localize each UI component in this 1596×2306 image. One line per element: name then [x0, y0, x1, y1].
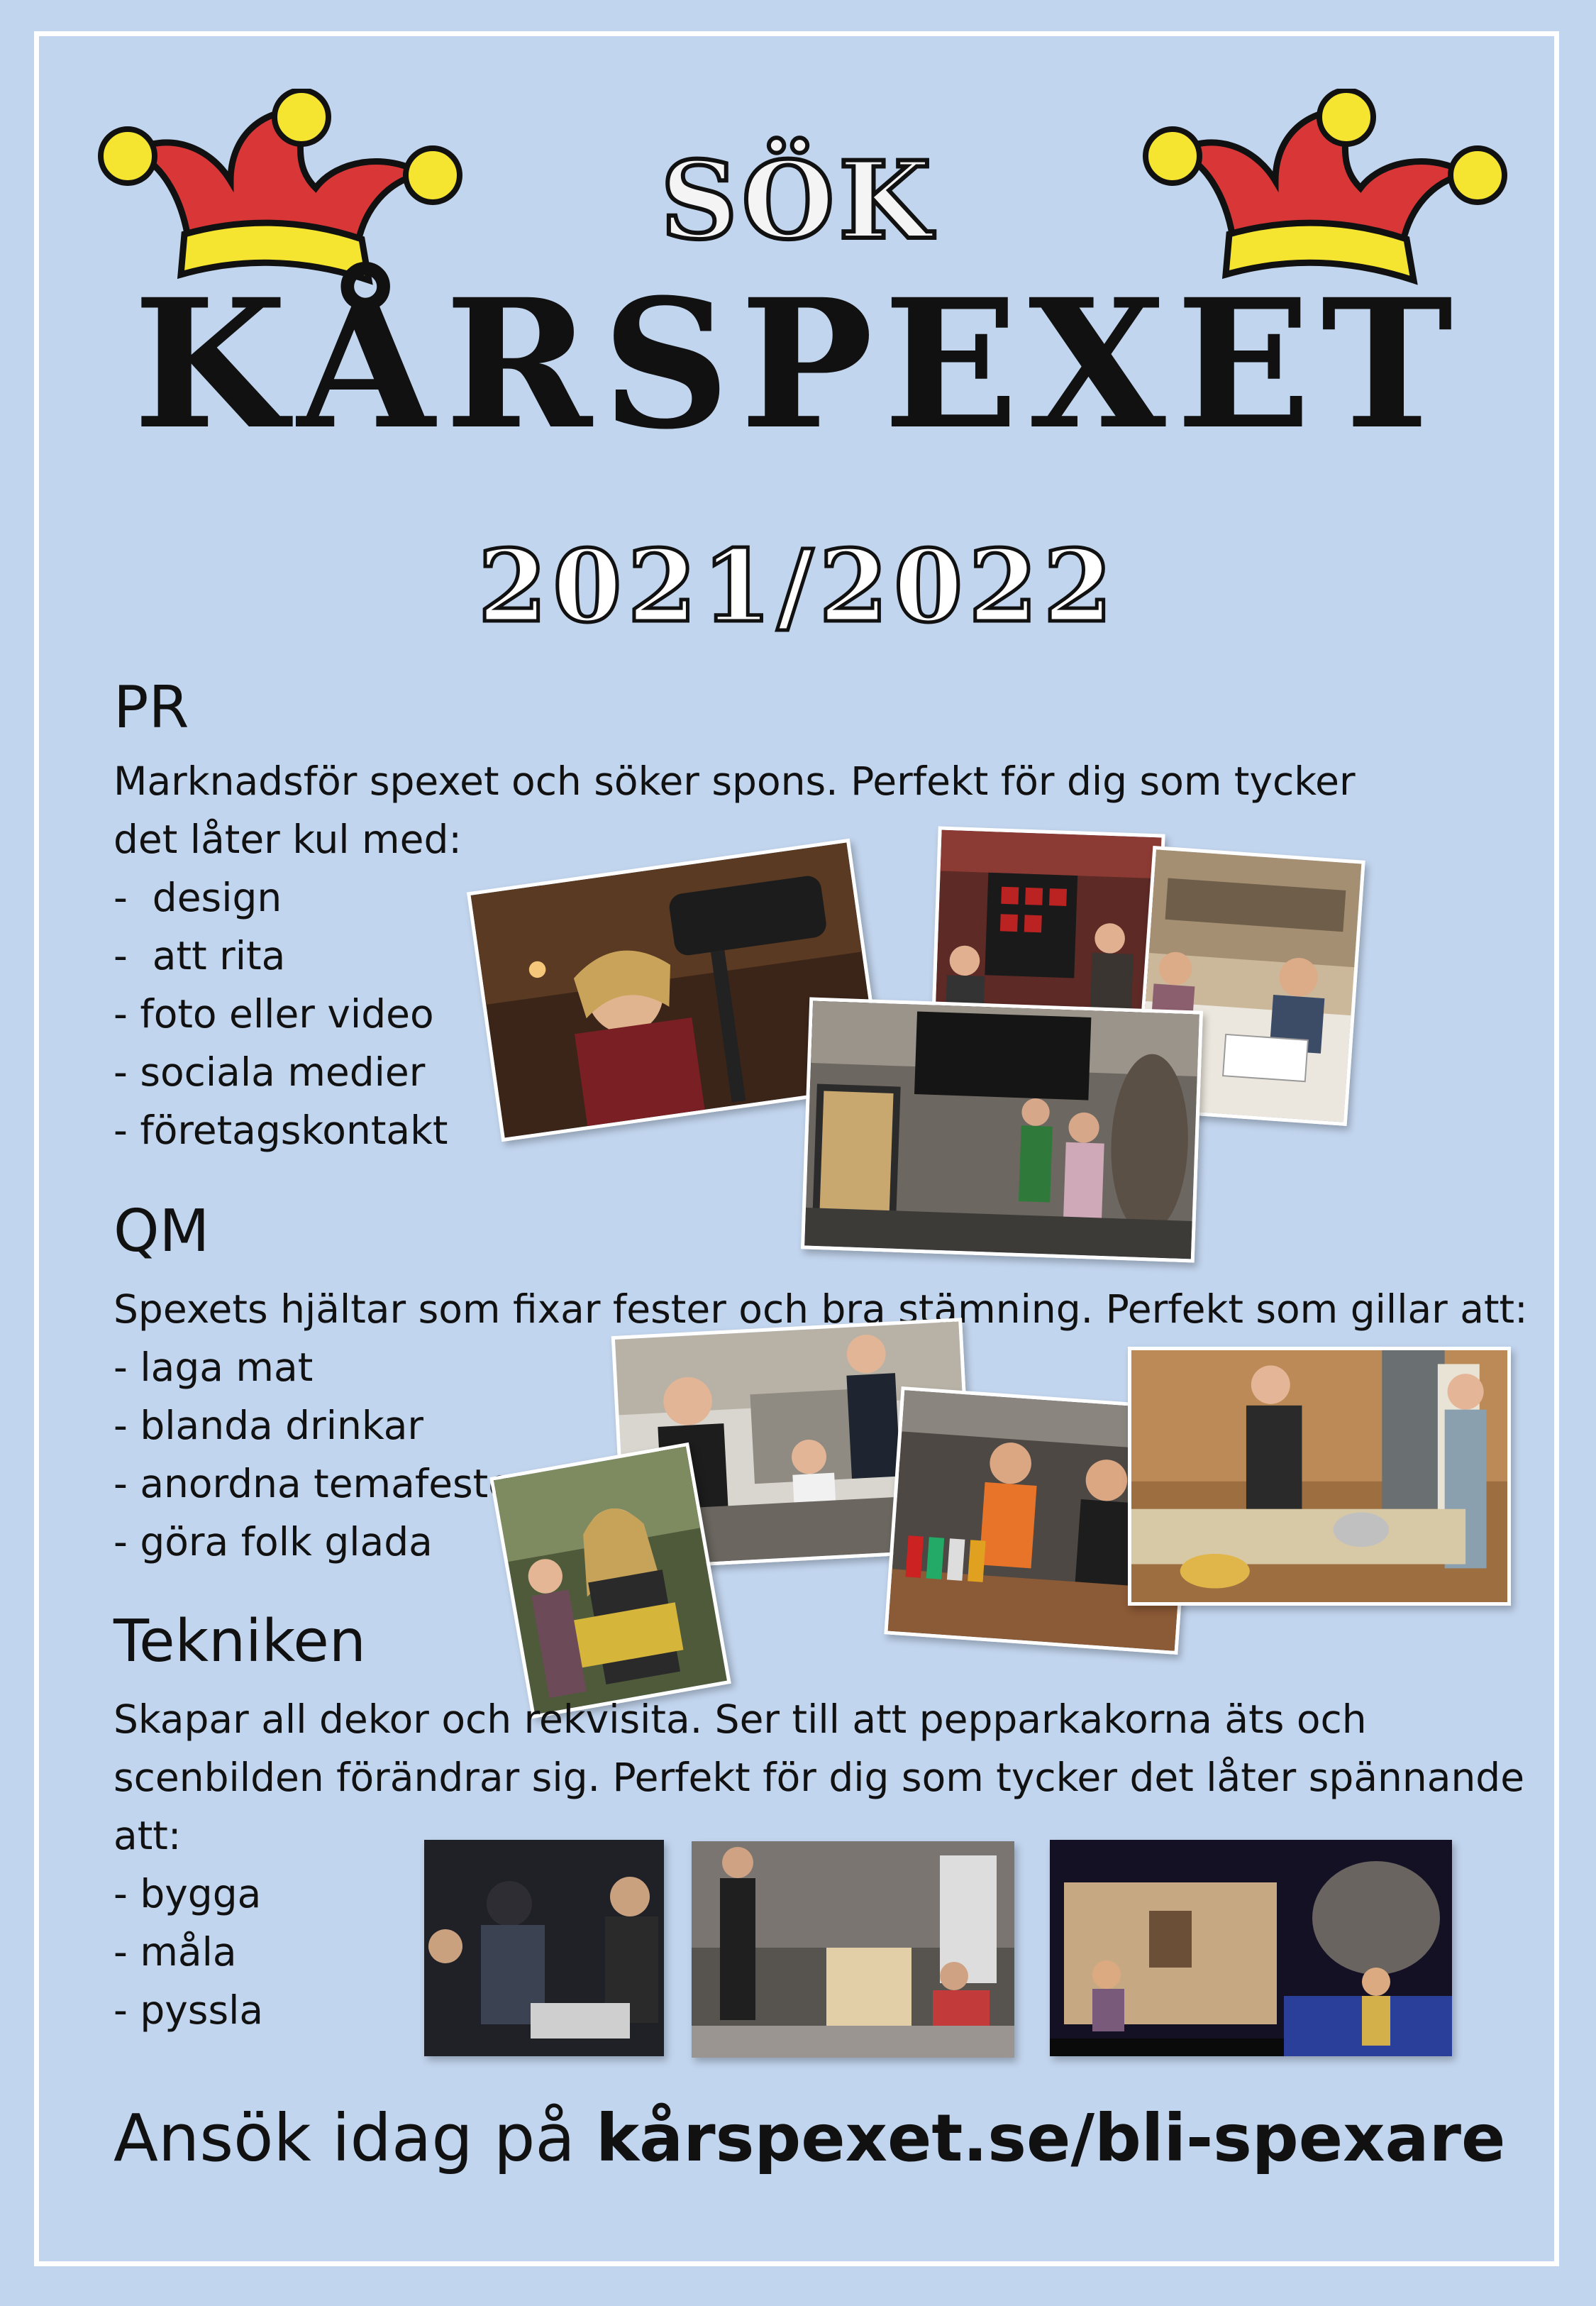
season-year: 2021/2022	[476, 527, 1119, 647]
photo-workshop-build	[692, 1841, 1014, 2058]
section-title-qm: QM	[113, 1198, 210, 1265]
section-title-tekniken: Tekniken	[113, 1608, 366, 1675]
pr-line: Marknadsför spexet och söker spons. Perf…	[113, 758, 1356, 804]
photo-party-buffet	[1128, 1347, 1511, 1606]
photo-stage-set	[1050, 1840, 1452, 2056]
photo-crafting-floor	[424, 1840, 664, 2056]
section-title-pr: PR	[113, 674, 189, 741]
tekniken-line: Skapar all dekor och rekvisita. Ser till…	[113, 1697, 1367, 1742]
photo-expo-stand	[800, 997, 1204, 1263]
tekniken-line: scenbilden förändrar sig. Perfekt för di…	[113, 1755, 1525, 1800]
brand-title: KÅRSPEXET	[133, 260, 1463, 468]
apply-call-to-action: Ansök idag på kårspexet.se/bli-spexare	[113, 2100, 1505, 2176]
photo-team-booth	[931, 826, 1165, 1026]
cta-prefix: Ansök idag på	[113, 2100, 596, 2176]
sok-heading: SÖK	[658, 136, 936, 265]
photo-tray-baker	[489, 1442, 731, 1719]
apply-link[interactable]: kårspexet.se/bli-spexare	[596, 2100, 1505, 2176]
